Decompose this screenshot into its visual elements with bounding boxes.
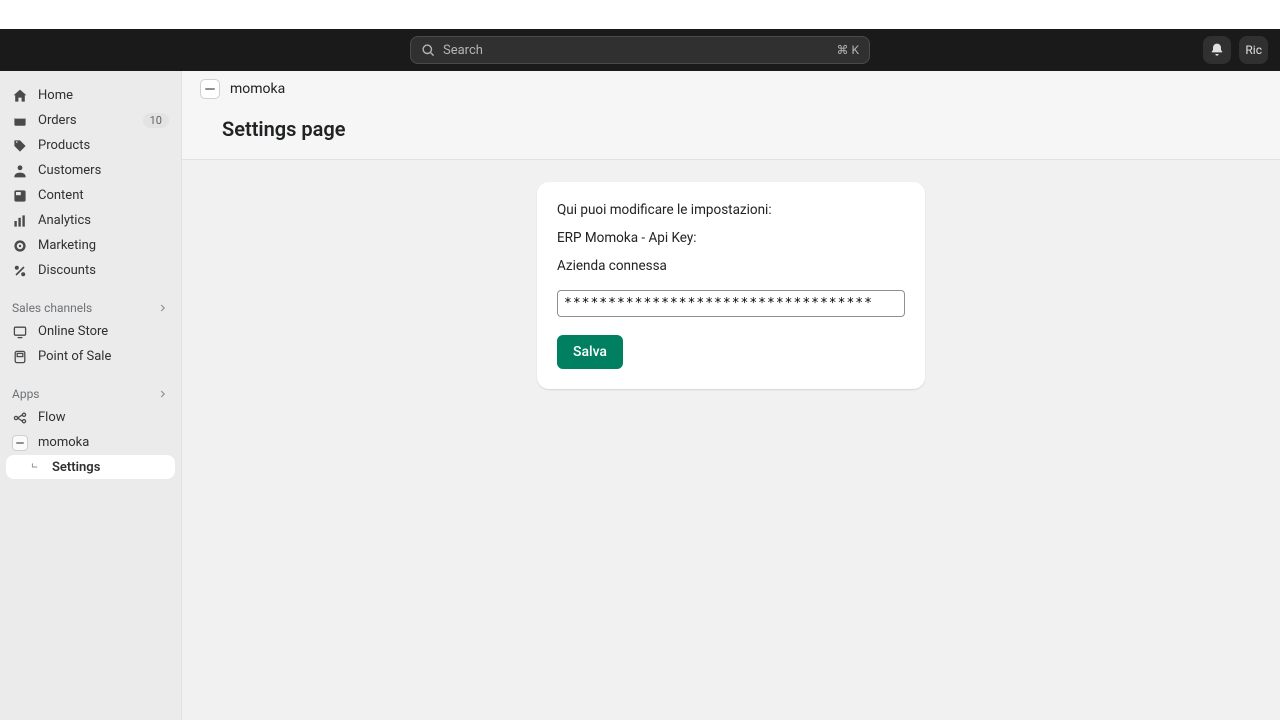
- breadcrumb: momoka: [200, 79, 1262, 103]
- sidebar-item-home[interactable]: Home: [6, 83, 175, 108]
- home-icon: [12, 88, 28, 104]
- content-header: momoka Settings page: [182, 71, 1280, 160]
- customers-icon: [12, 163, 28, 179]
- sidebar-item-content[interactable]: Content: [6, 183, 175, 208]
- main-content: momoka Settings page Qui puoi modificare…: [182, 71, 1280, 720]
- sidebar-item-label: Point of Sale: [38, 349, 111, 364]
- sidebar-item-online-store[interactable]: Online Store: [6, 319, 175, 344]
- sub-indicator-icon: [30, 461, 44, 473]
- sidebar-item-products[interactable]: Products: [6, 133, 175, 158]
- bell-icon: [1209, 42, 1225, 58]
- user-short: Ric: [1245, 43, 1262, 57]
- page-title: Settings page: [200, 103, 1262, 159]
- sidebar: Home Orders 10 Products Customers Conten…: [0, 71, 182, 720]
- settings-intro: Qui puoi modificare le impostazioni:: [557, 202, 905, 218]
- orders-icon: [12, 113, 28, 129]
- online-store-icon: [12, 324, 28, 340]
- sidebar-group-sales-channels[interactable]: Sales channels: [6, 295, 175, 319]
- sidebar-item-label: Content: [38, 188, 84, 203]
- sidebar-item-label: Online Store: [38, 324, 108, 339]
- sidebar-item-flow[interactable]: Flow: [6, 405, 175, 430]
- orders-badge: 10: [143, 113, 169, 128]
- sidebar-subitem-settings[interactable]: Settings: [6, 455, 175, 479]
- sidebar-item-discounts[interactable]: Discounts: [6, 258, 175, 283]
- sidebar-item-label: Marketing: [38, 238, 96, 253]
- sidebar-group-apps[interactable]: Apps: [6, 381, 175, 405]
- app-icon: [200, 79, 220, 99]
- api-key-label: ERP Momoka - Api Key:: [557, 230, 905, 246]
- sidebar-item-label: Flow: [38, 410, 66, 425]
- sidebar-item-label: Orders: [38, 113, 77, 128]
- api-key-input[interactable]: [557, 290, 905, 317]
- app-icon: [12, 435, 28, 451]
- marketing-icon: [12, 238, 28, 254]
- sidebar-item-label: Home: [38, 88, 73, 103]
- search-placeholder: Search: [443, 43, 836, 58]
- sidebar-item-label: Analytics: [38, 213, 91, 228]
- group-label: Apps: [12, 387, 40, 401]
- sidebar-item-label: Discounts: [38, 263, 96, 278]
- flow-icon: [12, 410, 28, 426]
- sidebar-item-orders[interactable]: Orders 10: [6, 108, 175, 133]
- sidebar-item-analytics[interactable]: Analytics: [6, 208, 175, 233]
- content-icon: [12, 188, 28, 204]
- settings-card: Qui puoi modificare le impostazioni: ERP…: [537, 182, 925, 389]
- sidebar-item-point-of-sale[interactable]: Point of Sale: [6, 344, 175, 369]
- sidebar-item-label: Products: [38, 138, 90, 153]
- notifications-button[interactable]: [1203, 36, 1231, 64]
- sidebar-item-customers[interactable]: Customers: [6, 158, 175, 183]
- search-icon: [421, 43, 435, 57]
- topbar: Search ⌘ K Ric: [0, 29, 1280, 71]
- products-icon: [12, 138, 28, 154]
- group-label: Sales channels: [12, 301, 92, 315]
- discounts-icon: [12, 263, 28, 279]
- sidebar-item-label: momoka: [38, 435, 89, 450]
- sidebar-item-label: Customers: [38, 163, 101, 178]
- sidebar-item-marketing[interactable]: Marketing: [6, 233, 175, 258]
- sidebar-item-label: Settings: [52, 460, 100, 475]
- chevron-right-icon: [157, 388, 169, 400]
- pos-icon: [12, 349, 28, 365]
- save-button[interactable]: Salva: [557, 335, 623, 369]
- search-input[interactable]: Search ⌘ K: [410, 36, 870, 64]
- connected-company-label: Azienda connessa: [557, 258, 905, 274]
- analytics-icon: [12, 213, 28, 229]
- search-shortcut: ⌘ K: [836, 43, 859, 57]
- breadcrumb-app[interactable]: momoka: [230, 81, 285, 97]
- chevron-right-icon: [157, 302, 169, 314]
- user-menu[interactable]: Ric: [1239, 36, 1268, 64]
- sidebar-item-momoka[interactable]: momoka: [6, 430, 175, 455]
